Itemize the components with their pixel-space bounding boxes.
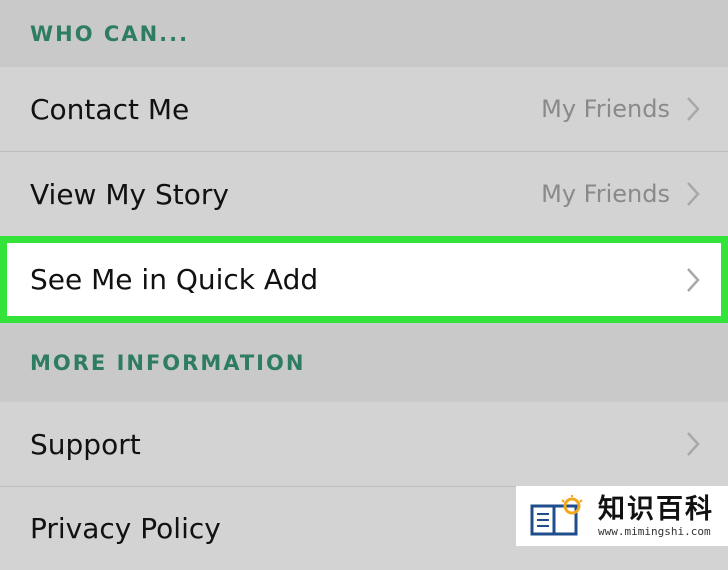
- section-header-label: WHO CAN...: [30, 21, 190, 46]
- settings-row-see-me-in-quick-add[interactable]: See Me in Quick Add: [0, 236, 728, 323]
- chevron-right-icon: [687, 432, 700, 456]
- chevron-right-icon: [687, 182, 700, 206]
- row-value: My Friends: [541, 180, 670, 208]
- section-header-label: MORE INFORMATION: [30, 350, 306, 375]
- row-label: Contact Me: [30, 92, 190, 126]
- row-label: View My Story: [30, 177, 229, 211]
- row-label: Support: [30, 427, 141, 461]
- settings-row-view-my-story[interactable]: View My Story My Friends: [0, 151, 728, 236]
- chevron-right-icon: [687, 267, 700, 292]
- row-label: See Me in Quick Add: [30, 263, 319, 296]
- chevron-right-icon: [687, 97, 700, 121]
- row-value: My Friends: [541, 95, 670, 123]
- watermark-url: www.mimingshi.com: [598, 524, 711, 538]
- section-header-more-information: MORE INFORMATION: [0, 323, 728, 402]
- settings-row-support[interactable]: Support: [0, 402, 728, 486]
- watermark-logo: 知识百科 www.mimingshi.com: [516, 486, 728, 546]
- section-header-who-can: WHO CAN...: [0, 0, 728, 67]
- settings-row-contact-me[interactable]: Contact Me My Friends: [0, 67, 728, 151]
- book-lightbulb-icon: [530, 495, 583, 536]
- watermark-title: 知识百科: [598, 493, 714, 525]
